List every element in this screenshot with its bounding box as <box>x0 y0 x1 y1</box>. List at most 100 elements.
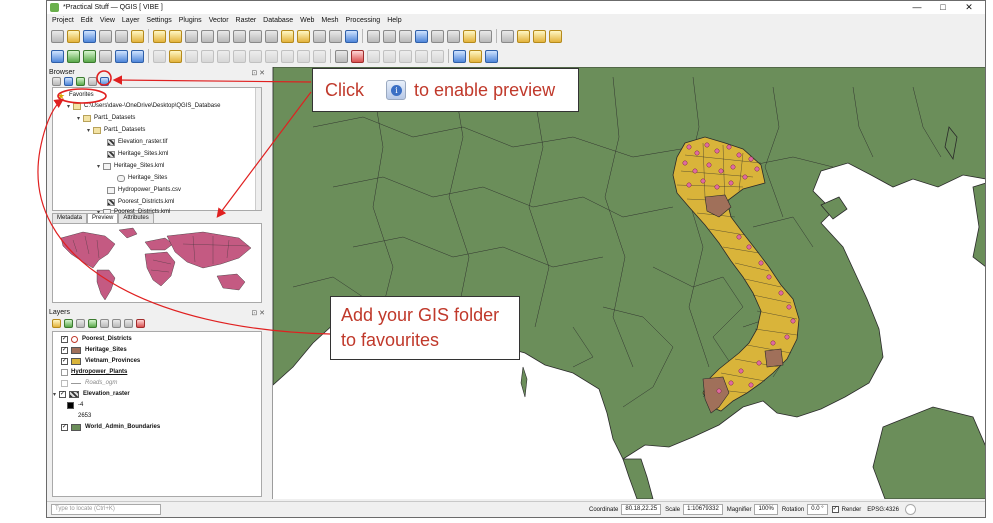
refresh-icon[interactable] <box>345 29 358 43</box>
menu-edit[interactable]: Edit <box>81 17 93 24</box>
identify-icon[interactable] <box>367 29 380 43</box>
tree-item-file[interactable]: Elevation_raster.tif <box>107 137 167 147</box>
open-layer-styling-icon[interactable] <box>52 319 61 328</box>
menu-raster[interactable]: Raster <box>236 17 257 24</box>
layer-row-elevation-raster[interactable]: ▾ ✓ Elevation_raster <box>53 389 130 399</box>
redo-icon[interactable] <box>313 49 326 63</box>
tree-item-file[interactable]: Poorest_Districts.kml <box>107 197 174 207</box>
layer-checkbox[interactable]: ✓ <box>61 357 68 365</box>
new-project-icon[interactable] <box>51 29 64 43</box>
magnifier-field[interactable]: 100% <box>754 504 778 515</box>
add-raster-layer-icon[interactable] <box>83 49 96 63</box>
pin-labels-icon[interactable] <box>367 49 380 63</box>
cut-features-icon[interactable] <box>249 49 262 63</box>
save-as-icon[interactable] <box>99 29 112 43</box>
vertex-tool-icon[interactable] <box>217 49 230 63</box>
add-selected-layers-icon[interactable] <box>52 77 61 86</box>
plugin-icon[interactable] <box>469 49 482 63</box>
menu-plugins[interactable]: Plugins <box>179 17 202 24</box>
filter-expression-icon[interactable] <box>100 319 109 328</box>
menu-vector[interactable]: Vector <box>209 17 229 24</box>
chevron-down-icon[interactable]: ▾ <box>53 391 56 398</box>
processing-toolbox-icon[interactable] <box>485 49 498 63</box>
chevron-down-icon[interactable]: ▾ <box>87 127 90 134</box>
chevron-down-icon[interactable]: ▾ <box>67 103 70 110</box>
pan-icon[interactable] <box>153 29 166 43</box>
layer-checkbox[interactable] <box>61 368 68 376</box>
style-manager-icon[interactable] <box>131 29 144 43</box>
enable-properties-icon[interactable] <box>100 77 109 86</box>
current-edits-icon[interactable] <box>153 49 166 63</box>
menu-processing[interactable]: Processing <box>346 17 381 24</box>
add-layer-icon[interactable] <box>517 29 530 43</box>
label-toolbar-icon[interactable] <box>351 49 364 63</box>
map-canvas[interactable] <box>272 67 985 499</box>
browser-scrollbar[interactable] <box>255 88 261 210</box>
field-calculator-icon[interactable] <box>415 29 428 43</box>
add-feature-icon[interactable] <box>201 49 214 63</box>
crs-button[interactable]: EPSG:4326 <box>867 507 899 513</box>
layer-checkbox[interactable] <box>61 379 68 387</box>
menu-database[interactable]: Database <box>263 17 293 24</box>
layer-checkbox[interactable]: ✓ <box>61 423 68 431</box>
menu-mesh[interactable]: Mesh <box>321 17 338 24</box>
zoom-full-icon[interactable] <box>217 29 230 43</box>
tree-item-favorites[interactable]: ★ Favorites <box>57 90 94 100</box>
map-tips-icon[interactable] <box>463 29 476 43</box>
temporal-controller-icon[interactable] <box>329 29 342 43</box>
zoom-last-icon[interactable] <box>281 29 294 43</box>
tree-item-file[interactable]: ▾ Heritage_Sites.kml <box>97 161 164 171</box>
layer-row-hydropower-plants[interactable]: Hydropower_Plants <box>61 367 127 377</box>
show-hide-labels-icon[interactable] <box>383 49 396 63</box>
messages-icon[interactable] <box>904 504 916 515</box>
menu-help[interactable]: Help <box>387 17 401 24</box>
remove-layer-icon[interactable] <box>136 319 145 328</box>
scale-field[interactable]: 1:10679332 <box>683 504 723 515</box>
pan-to-selection-icon[interactable] <box>169 29 182 43</box>
save-project-icon[interactable] <box>83 29 96 43</box>
coordinate-field[interactable]: 80.18,22.25 <box>621 504 662 515</box>
layer-row-world-admin-boundaries[interactable]: ✓ World_Admin_Boundaries <box>61 422 160 432</box>
copy-features-icon[interactable] <box>265 49 278 63</box>
menu-project[interactable]: Project <box>52 17 74 24</box>
refresh-icon[interactable] <box>64 77 73 86</box>
layer-row-heritage-sites[interactable]: ✓ Heritage_Sites <box>61 345 127 355</box>
paste-features-icon[interactable] <box>281 49 294 63</box>
delete-selected-icon[interactable] <box>233 49 246 63</box>
zoom-in-icon[interactable] <box>185 29 198 43</box>
browser-panel-controls[interactable]: ⊡ ✕ <box>251 69 265 77</box>
collapse-all-icon[interactable] <box>88 77 97 86</box>
add-spatialite-icon[interactable] <box>131 49 144 63</box>
zoom-out-icon[interactable] <box>201 29 214 43</box>
python-console-icon[interactable] <box>453 49 466 63</box>
zoom-selection-icon[interactable] <box>233 29 246 43</box>
save-edits-icon[interactable] <box>185 49 198 63</box>
menu-layer[interactable]: Layer <box>122 17 140 24</box>
undo-icon[interactable] <box>297 49 310 63</box>
zoom-native-icon[interactable] <box>265 29 278 43</box>
select-features-icon[interactable] <box>383 29 396 43</box>
chevron-down-icon[interactable]: ▾ <box>97 163 100 170</box>
zoom-layer-icon[interactable] <box>249 29 262 43</box>
statistics-icon[interactable] <box>431 29 444 43</box>
open-project-icon[interactable] <box>67 29 80 43</box>
tree-item-folder[interactable]: ▾ Part1_Datasets <box>77 113 135 123</box>
add-csv-layer-icon[interactable] <box>99 49 112 63</box>
menu-web[interactable]: Web <box>300 17 314 24</box>
tree-item-layer[interactable]: Heritage_Sites <box>117 173 167 183</box>
maximize-button[interactable]: □ <box>931 1 955 14</box>
layer-checkbox[interactable]: ✓ <box>61 346 68 354</box>
tree-item-file[interactable]: Heritage_Sites.kml <box>107 149 168 159</box>
move-label-icon[interactable] <box>399 49 412 63</box>
expand-all-icon[interactable] <box>112 319 121 328</box>
menu-settings[interactable]: Settings <box>146 17 171 24</box>
close-button[interactable]: ✕ <box>957 1 981 14</box>
tree-item-folder[interactable]: ▾ Part1_Datasets <box>87 125 145 135</box>
data-source-manager-icon[interactable] <box>51 49 64 63</box>
filter-icon[interactable] <box>76 77 85 86</box>
bookmark-icon[interactable] <box>549 29 562 43</box>
change-label-icon[interactable] <box>431 49 444 63</box>
add-vector-layer-icon[interactable] <box>67 49 80 63</box>
new-layer-icon[interactable] <box>501 29 514 43</box>
tab-metadata[interactable]: Metadata <box>52 213 88 223</box>
